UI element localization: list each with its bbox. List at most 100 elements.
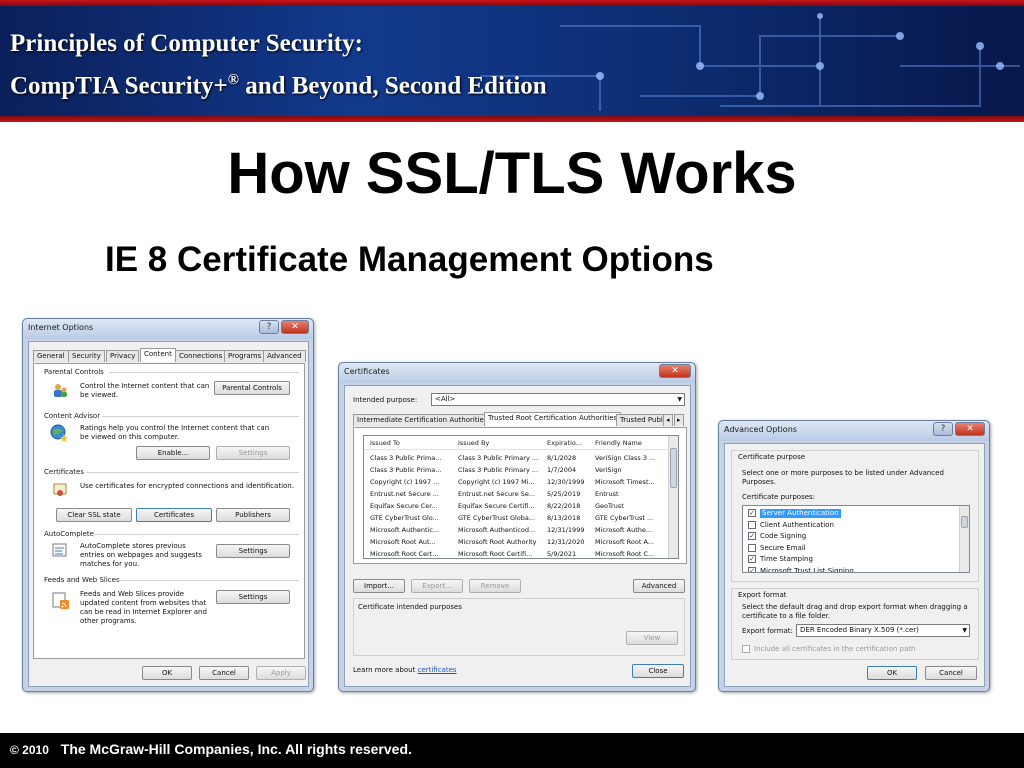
table-row[interactable]: Copyright (c) 1997 ... Copyright (c) 1997… xyxy=(364,476,668,488)
tab-general[interactable]: General xyxy=(33,350,69,362)
list-item[interactable]: ✓ Time Stamping xyxy=(745,554,957,565)
table-row[interactable]: Class 3 Public Prima... Class 3 Public Pr… xyxy=(364,452,668,464)
scrollbar-thumb[interactable] xyxy=(961,516,968,528)
clear-ssl-state-button[interactable]: Clear SSL state xyxy=(56,508,132,522)
tab-intermediate-ca[interactable]: Intermediate Certification Authorities xyxy=(353,414,492,426)
close-icon[interactable]: ✕ xyxy=(659,364,691,378)
include-all-checkbox[interactable] xyxy=(742,645,750,653)
table-row[interactable]: Class 3 Public Prima... Class 3 Public Pr… xyxy=(364,464,668,476)
purpose-label: Server Authentication xyxy=(760,509,841,518)
issued-to-cell: Entrust.net Secure ... xyxy=(370,490,439,498)
purpose-checkbox[interactable] xyxy=(748,543,756,552)
table-row[interactable]: Microsoft Root Cert... Microsoft Root Cer… xyxy=(364,548,668,558)
purpose-checkbox[interactable] xyxy=(748,520,756,529)
export-button[interactable]: Export... xyxy=(411,579,463,593)
issued-to-cell: Class 3 Public Prima... xyxy=(370,466,442,474)
issued-by-cell: Microsoft Authenticod... xyxy=(458,526,536,534)
certificate-list[interactable]: Issued To Issued By Expiratio... Friendl… xyxy=(363,435,679,559)
table-row[interactable]: GTE CyberTrust Glo... GTE CyberTrust Glob… xyxy=(364,512,668,524)
autocomplete-icon xyxy=(52,542,68,558)
column-header[interactable]: Friendly Name xyxy=(595,436,642,450)
header-banner: Principles of Computer Security: CompTIA… xyxy=(0,0,1024,122)
apply-button[interactable]: Apply xyxy=(256,666,306,680)
scrollbar-thumb[interactable] xyxy=(670,448,677,488)
window-title: Internet Options xyxy=(28,323,94,332)
autocomplete-settings-button[interactable]: Settings xyxy=(216,544,290,558)
tab-trusted-root-ca[interactable]: Trusted Root Certification Authorities xyxy=(484,412,622,426)
certificate-icon xyxy=(52,482,68,498)
column-header[interactable]: Expiratio... xyxy=(547,436,582,450)
autocomplete-label: AutoComplete xyxy=(44,530,94,538)
scrollbar[interactable] xyxy=(668,436,678,558)
certificates-text: Use certificates for encrypted connectio… xyxy=(80,482,294,490)
column-header[interactable]: Issued By xyxy=(458,436,489,450)
titlebar: Internet Options ? ✕ xyxy=(23,319,313,339)
list-item[interactable]: Client Authentication xyxy=(745,520,957,531)
certificates-help-link[interactable]: certificates xyxy=(418,666,457,674)
intended-purpose-select[interactable]: <All> ▼ xyxy=(431,393,685,406)
table-row[interactable]: Equifax Secure Cer... Equifax Secure Cert… xyxy=(364,500,668,512)
issued-by-cell: Class 3 Public Primary ... xyxy=(458,466,539,474)
chevron-left-icon[interactable]: ◂ xyxy=(663,414,673,426)
scrollbar[interactable] xyxy=(959,506,969,572)
issued-by-cell: GTE CyberTrust Globa... xyxy=(458,514,536,522)
close-icon[interactable]: ✕ xyxy=(955,422,985,436)
publishers-button[interactable]: Publishers xyxy=(216,508,290,522)
tab-connections[interactable]: Connections xyxy=(175,350,227,362)
enable-button[interactable]: Enable... xyxy=(136,446,210,460)
expiration-cell: 5/25/2019 xyxy=(547,490,581,498)
tab-advanced[interactable]: Advanced xyxy=(263,350,306,362)
table-row[interactable]: Microsoft Root Aut... Microsoft Root Auth… xyxy=(364,536,668,548)
intended-purposes-label: Certificate intended purposes xyxy=(358,603,462,611)
purpose-checkbox[interactable]: ✓ xyxy=(748,566,756,572)
export-format-select[interactable]: DER Encoded Binary X.509 (*.cer) ▼ xyxy=(796,624,970,637)
advanced-button[interactable]: Advanced xyxy=(633,579,685,593)
cancel-button[interactable]: Cancel xyxy=(925,666,977,680)
import-button[interactable]: Import... xyxy=(353,579,405,593)
list-item[interactable]: ✓ Server Authentication xyxy=(745,508,957,519)
cancel-button[interactable]: Cancel xyxy=(199,666,249,680)
title-line2-prefix: CompTIA Security+ xyxy=(10,72,228,100)
divider xyxy=(102,416,299,417)
feeds-settings-button[interactable]: Settings xyxy=(216,590,290,604)
help-icon[interactable]: ? xyxy=(259,320,279,334)
ok-button[interactable]: OK xyxy=(867,666,917,680)
parental-controls-button[interactable]: Parental Controls xyxy=(214,381,290,395)
certificate-purposes-label: Certificate purposes: xyxy=(742,493,816,501)
content-advisor-settings-button[interactable]: Settings xyxy=(216,446,290,460)
view-button[interactable]: View xyxy=(626,631,678,645)
purpose-checkbox[interactable]: ✓ xyxy=(748,532,756,540)
chevron-right-icon[interactable]: ▸ xyxy=(674,414,684,426)
close-icon[interactable]: ✕ xyxy=(281,320,309,334)
remove-button[interactable]: Remove xyxy=(469,579,521,593)
purpose-label: Microsoft Trust List Signing xyxy=(760,566,854,573)
close-label: Close xyxy=(648,667,668,675)
internet-options-window: Internet Options ? ✕ General Security Pr… xyxy=(22,318,314,692)
tab-programs[interactable]: Programs xyxy=(224,350,266,362)
friendly-name-cell: Microsoft Root A... xyxy=(595,538,654,546)
list-item[interactable]: ✓ Code Signing xyxy=(745,531,957,542)
purposes-list[interactable]: ✓ Server Authentication Client Authenticat… xyxy=(742,505,970,573)
table-row[interactable]: Entrust.net Secure ... Entrust.net Secure… xyxy=(364,488,668,500)
certificate-purpose-group: Certificate purpose Select one or more p… xyxy=(731,450,979,582)
ok-button[interactable]: OK xyxy=(142,666,192,680)
tab-trusted-publishers[interactable]: Trusted Publ xyxy=(616,414,667,426)
dialog-body: Intended purpose: <All> ▼ Intermediate C… xyxy=(344,385,691,687)
certificates-button[interactable]: Certificates xyxy=(136,508,212,522)
list-item[interactable]: Secure Email xyxy=(745,543,957,554)
expiration-cell: 5/9/2021 xyxy=(547,550,577,558)
tab-content[interactable]: Content xyxy=(140,348,176,362)
ok-label: OK xyxy=(161,669,173,677)
close-button[interactable]: Close xyxy=(632,664,684,678)
column-header[interactable]: Issued To xyxy=(370,436,400,450)
purpose-checkbox[interactable]: ✓ xyxy=(748,555,756,563)
divider xyxy=(109,372,299,373)
table-row[interactable]: Microsoft Authentic... Microsoft Authenti… xyxy=(364,524,668,536)
list-item[interactable]: ✓ Microsoft Trust List Signing xyxy=(745,566,957,573)
issued-by-cell: Copyright (c) 1997 Mi... xyxy=(458,478,535,486)
tab-security[interactable]: Security xyxy=(68,350,105,362)
purpose-checkbox[interactable]: ✓ xyxy=(748,509,756,517)
tab-privacy[interactable]: Privacy xyxy=(106,350,140,362)
copyright-year: © 2010 xyxy=(10,743,49,757)
help-icon[interactable]: ? xyxy=(933,422,953,436)
